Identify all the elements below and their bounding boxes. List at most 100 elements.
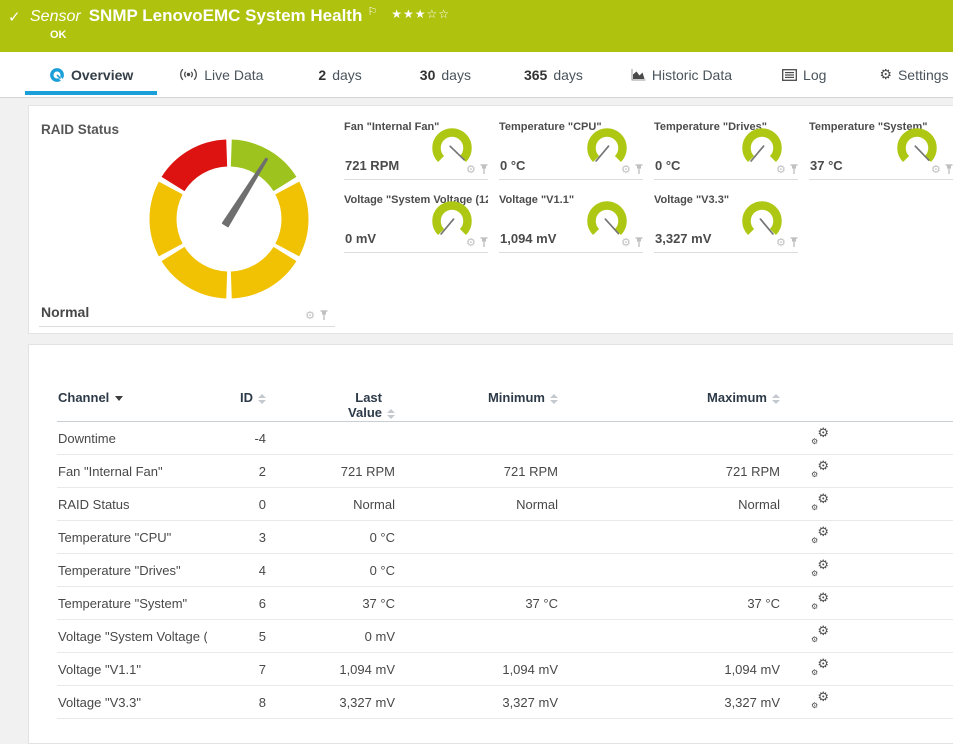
gear-icon[interactable]: ⚙ bbox=[466, 237, 476, 248]
pin-icon[interactable] bbox=[789, 237, 799, 248]
gear-icon[interactable]: ⚙ bbox=[776, 237, 786, 248]
priority-stars[interactable]: ★★★☆☆ bbox=[391, 7, 450, 21]
log-icon bbox=[782, 69, 797, 81]
gear-icon[interactable]: ⚙ bbox=[776, 164, 786, 175]
channel-maximum bbox=[559, 422, 781, 455]
star-filled-icon[interactable]: ★ bbox=[391, 7, 403, 21]
channel-minimum: Normal bbox=[396, 488, 559, 521]
flag-icon[interactable]: ⚐ bbox=[367, 5, 377, 18]
page-title: SNMP LenovoEMC System Health bbox=[89, 6, 363, 26]
channel-name: Temperature "Drives" bbox=[57, 554, 207, 587]
channel-settings-icon[interactable]: ⚙⚙ bbox=[811, 462, 829, 478]
gauge-value: 1,094 mV bbox=[500, 231, 556, 246]
channel-name: RAID Status bbox=[57, 488, 207, 521]
pin-icon[interactable] bbox=[944, 164, 953, 175]
tab-30-days[interactable]: 30days bbox=[420, 52, 471, 97]
star-empty-icon[interactable]: ☆ bbox=[438, 7, 450, 21]
column-header-settings bbox=[781, 345, 953, 422]
pin-icon[interactable] bbox=[789, 164, 799, 175]
tab-log[interactable]: Log bbox=[782, 52, 826, 97]
channel-last-value: 1,094 mV bbox=[267, 653, 396, 686]
pin-icon[interactable] bbox=[634, 237, 644, 248]
channel-last-value: 3,327 mV bbox=[267, 686, 396, 719]
mini-gauge-cell: Voltage "V1.1"1,094 mV⚙ bbox=[499, 187, 643, 253]
pin-icon[interactable] bbox=[479, 237, 489, 248]
gauge-value: 0 °C bbox=[655, 158, 680, 173]
object-kind-label: Sensor bbox=[30, 8, 81, 26]
tab-live-data[interactable]: Live Data bbox=[179, 52, 263, 97]
tab-historic-data[interactable]: Historic Data bbox=[631, 52, 732, 97]
column-header-channel[interactable]: Channel bbox=[57, 345, 207, 422]
settings-gear-icon: ⚙ bbox=[879, 68, 892, 82]
channel-maximum: 1,094 mV bbox=[559, 653, 781, 686]
channel-settings-icon[interactable]: ⚙⚙ bbox=[811, 594, 829, 610]
tab-label: Log bbox=[803, 67, 826, 83]
pin-icon[interactable] bbox=[479, 164, 489, 175]
tab-365-days[interactable]: 365days bbox=[524, 52, 583, 97]
gear-icon[interactable]: ⚙ bbox=[466, 164, 476, 175]
channel-settings-icon[interactable]: ⚙⚙ bbox=[811, 528, 829, 544]
channel-settings-icon[interactable]: ⚙⚙ bbox=[811, 429, 829, 445]
channel-minimum bbox=[396, 422, 559, 455]
table-row[interactable]: RAID Status0NormalNormalNormal⚙⚙ bbox=[57, 488, 953, 521]
channel-id: 0 bbox=[207, 488, 267, 521]
channel-maximum bbox=[559, 554, 781, 587]
channel-settings-icon[interactable]: ⚙⚙ bbox=[811, 693, 829, 709]
gauge-value: 0 mV bbox=[345, 231, 376, 246]
column-header-minimum[interactable]: Minimum bbox=[396, 345, 559, 422]
channel-minimum: 721 RPM bbox=[396, 455, 559, 488]
star-filled-icon[interactable]: ★ bbox=[415, 7, 427, 21]
table-row[interactable]: Temperature "Drives"40 °C⚙⚙ bbox=[57, 554, 953, 587]
raid-gauge bbox=[144, 134, 314, 309]
channel-name: Voltage "V1.1" bbox=[57, 653, 207, 686]
channel-settings-icon[interactable]: ⚙⚙ bbox=[811, 495, 829, 511]
channel-settings-icon[interactable]: ⚙⚙ bbox=[811, 627, 829, 643]
tab-label: days bbox=[553, 67, 583, 83]
column-header-maximum[interactable]: Maximum bbox=[559, 345, 781, 422]
table-row[interactable]: Temperature "System"637 °C37 °C37 °C⚙⚙ bbox=[57, 587, 953, 620]
channel-last-value: 721 RPM bbox=[267, 455, 396, 488]
channel-name: Fan "Internal Fan" bbox=[57, 455, 207, 488]
column-header-id[interactable]: ID bbox=[207, 345, 267, 422]
channel-id: 2 bbox=[207, 455, 267, 488]
tab-settings[interactable]: ⚙Settings bbox=[879, 52, 948, 97]
table-row[interactable]: Voltage "V3.3"83,327 mV3,327 mV3,327 mV⚙… bbox=[57, 686, 953, 719]
gauge-value: Normal bbox=[41, 304, 89, 320]
star-filled-icon[interactable]: ★ bbox=[403, 7, 415, 21]
tab-bar: Overview Live Data 2days 30days 365days Histo… bbox=[0, 52, 953, 98]
channel-id: 6 bbox=[207, 587, 267, 620]
channel-id: 7 bbox=[207, 653, 267, 686]
channel-id: 4 bbox=[207, 554, 267, 587]
star-empty-icon[interactable]: ☆ bbox=[427, 7, 439, 21]
channel-settings-icon[interactable]: ⚙⚙ bbox=[811, 561, 829, 577]
channel-settings-icon[interactable]: ⚙⚙ bbox=[811, 660, 829, 676]
gear-icon[interactable]: ⚙ bbox=[621, 237, 631, 248]
channel-maximum: 37 °C bbox=[559, 587, 781, 620]
channel-id: 5 bbox=[207, 620, 267, 653]
tab-label: days bbox=[332, 67, 362, 83]
table-row[interactable]: Fan "Internal Fan"2721 RPM721 RPM721 RPM… bbox=[57, 455, 953, 488]
channel-last-value: 0 °C bbox=[267, 521, 396, 554]
gear-icon[interactable]: ⚙ bbox=[305, 310, 315, 321]
pin-icon[interactable] bbox=[634, 164, 644, 175]
broadcast-icon bbox=[179, 68, 198, 81]
gauge-value: 0 °C bbox=[500, 158, 525, 173]
tab-label: Live Data bbox=[204, 67, 263, 83]
channel-maximum bbox=[559, 620, 781, 653]
gear-icon[interactable]: ⚙ bbox=[621, 164, 631, 175]
table-row[interactable]: Voltage "V1.1"71,094 mV1,094 mV1,094 mV⚙… bbox=[57, 653, 953, 686]
tab-overview[interactable]: Overview bbox=[25, 52, 157, 97]
channel-id: -4 bbox=[207, 422, 267, 455]
mini-gauge-cell: Temperature "Drives"0 °C⚙ bbox=[654, 114, 798, 180]
mini-gauge-cell: Voltage "System Voltage (12...0 mV⚙ bbox=[344, 187, 488, 253]
gear-icon[interactable]: ⚙ bbox=[931, 164, 941, 175]
mini-gauge-grid: Fan "Internal Fan"721 RPM⚙Temperature "C… bbox=[344, 114, 953, 253]
tab-2-days[interactable]: 2days bbox=[318, 52, 361, 97]
channel-maximum: 3,327 mV bbox=[559, 686, 781, 719]
table-row[interactable]: Temperature "CPU"30 °C⚙⚙ bbox=[57, 521, 953, 554]
table-row[interactable]: Downtime-4⚙⚙ bbox=[57, 422, 953, 455]
pin-icon[interactable] bbox=[319, 310, 329, 321]
table-row[interactable]: Voltage "System Voltage (...50 mV⚙⚙ bbox=[57, 620, 953, 653]
channel-name: Voltage "System Voltage (... bbox=[57, 620, 207, 653]
column-header-last-value[interactable]: Last Value bbox=[267, 345, 396, 422]
